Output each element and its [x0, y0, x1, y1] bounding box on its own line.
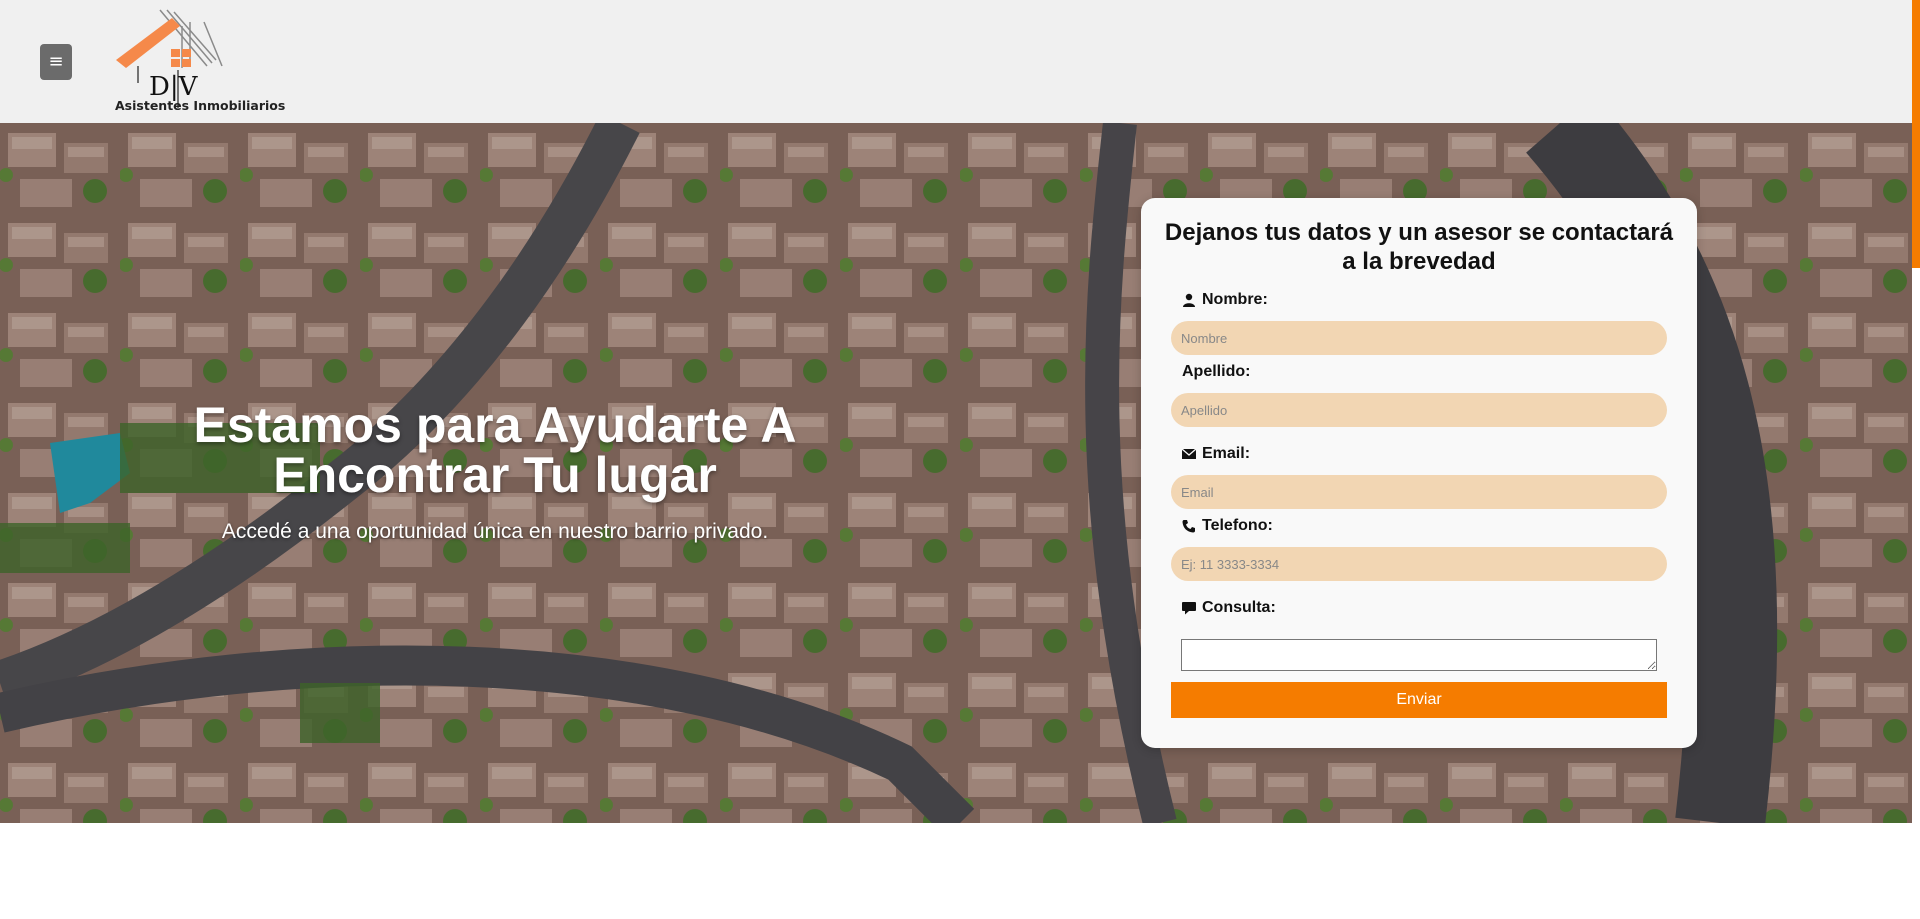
consulta-label: Consulta:: [1182, 599, 1276, 617]
telefono-label: Telefono:: [1182, 517, 1273, 535]
consulta-textarea[interactable]: [1181, 639, 1657, 671]
consulta-label-text: Consulta:: [1202, 599, 1276, 616]
apellido-label-text: Apellido:: [1182, 363, 1251, 380]
site-header: ≡ D|V Asistentes Inmobiliarios: [0, 0, 1912, 123]
hero-title: Estamos para Ayudarte A Encontrar Tu lug…: [100, 400, 890, 500]
hero-subtitle: Accedé a una oportunidad única en nuestr…: [221, 520, 769, 543]
hero-title-line-1: Estamos para Ayudarte A: [193, 397, 797, 453]
envelope-icon: [1182, 448, 1196, 459]
form-title: Dejanos tus datos y un asesor se contact…: [1164, 219, 1674, 275]
phone-icon: [1182, 520, 1195, 533]
email-label-text: Email:: [1202, 445, 1251, 462]
nombre-input[interactable]: [1171, 321, 1667, 355]
scrollbar-thumb[interactable]: [1912, 0, 1920, 268]
submit-button[interactable]: Enviar: [1171, 682, 1667, 718]
telefono-label-text: Telefono:: [1202, 517, 1273, 534]
apellido-label: Apellido:: [1182, 363, 1250, 381]
menu-button[interactable]: ≡: [40, 44, 72, 80]
email-label: Email:: [1182, 445, 1250, 463]
contact-form: Dejanos tus datos y un asesor se contact…: [1141, 198, 1697, 748]
comment-icon: [1182, 602, 1196, 615]
logo-tagline: Asistentes Inmobiliarios: [115, 98, 286, 113]
page-scrollbar[interactable]: [1912, 0, 1920, 919]
user-icon: [1183, 293, 1195, 307]
nombre-label-text: Nombre:: [1202, 291, 1268, 308]
apellido-input[interactable]: [1171, 393, 1667, 427]
hero-title-line-2: Encontrar Tu lugar: [273, 447, 717, 503]
hamburger-icon: ≡: [48, 51, 64, 72]
nombre-label: Nombre:: [1182, 291, 1268, 309]
email-input[interactable]: [1171, 475, 1667, 509]
telefono-input[interactable]: [1171, 547, 1667, 581]
